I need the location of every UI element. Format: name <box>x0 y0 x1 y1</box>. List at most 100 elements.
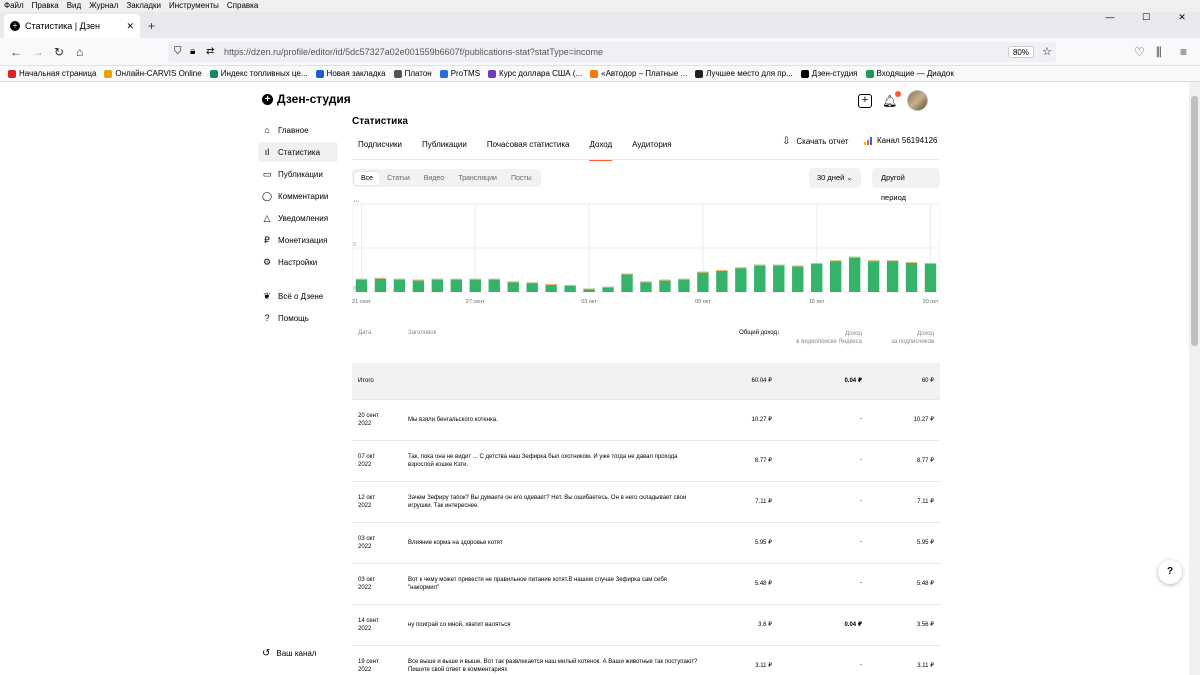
bookmark-item[interactable]: «Автодор – Платные ... <box>590 69 687 78</box>
chart-bar[interactable] <box>640 281 652 292</box>
chart-bar[interactable] <box>412 279 425 292</box>
notifications-icon[interactable]: 🔔︎ <box>882 90 902 108</box>
filter-0[interactable]: Все <box>354 171 381 185</box>
header-date[interactable]: Дата <box>358 330 371 336</box>
table-row[interactable]: 19 сент 2022 Все выше и выше и выше. Вот т… <box>352 645 940 675</box>
bookmark-item[interactable]: Начальная страница <box>8 69 96 78</box>
library-icon[interactable]: ⫼ <box>1156 45 1162 60</box>
help-button[interactable]: ? <box>1158 560 1182 584</box>
create-button[interactable]: + <box>858 93 872 108</box>
new-tab-button[interactable]: + <box>148 18 155 34</box>
chart-bar[interactable] <box>735 267 747 292</box>
bookmark-item[interactable]: Входящие — Диадок <box>865 69 954 78</box>
tab-1[interactable]: Публикации <box>422 138 467 161</box>
chart-bar[interactable] <box>621 273 633 292</box>
sidebar-item-0[interactable]: ⌂ Главное <box>258 120 338 140</box>
table-row[interactable]: 03 окт 2022 Вот к чему может привести не п… <box>352 563 940 604</box>
bookmark-item[interactable]: Индекс топливных це... <box>209 69 308 78</box>
menu-item[interactable]: Вид <box>63 1 85 10</box>
menu-item[interactable]: Файл <box>0 1 28 10</box>
row-title[interactable]: Влияние корма на здоровье котят <box>408 539 698 547</box>
maximize-icon[interactable]: ☐ <box>1128 12 1164 24</box>
chart-bar[interactable] <box>811 262 823 292</box>
row-title[interactable]: Мы взяли бенгальского котенка. <box>408 416 698 424</box>
lock-icon[interactable]: 🔒︎ <box>190 42 195 62</box>
tab-0[interactable]: Подписчики <box>358 138 402 161</box>
table-row[interactable]: 14 сент 2022 ну поиграй со мной, хватит ва… <box>352 604 940 645</box>
chart-bar[interactable] <box>867 260 880 292</box>
chart-bar[interactable] <box>545 284 557 292</box>
chart-bar[interactable] <box>431 278 444 292</box>
permissions-icon[interactable]: ⇄ <box>206 42 214 62</box>
tab-3[interactable]: Доход <box>589 138 613 161</box>
chart-bar[interactable] <box>564 284 576 292</box>
chart-bar[interactable] <box>526 282 538 292</box>
menu-item[interactable]: Закладки <box>122 1 165 10</box>
star-icon[interactable]: ☆ <box>1042 42 1052 62</box>
home-browser-icon[interactable]: ⌂ <box>76 45 83 59</box>
sidebar-item-3[interactable]: ◯ Комментарии <box>258 186 338 206</box>
chart-bar[interactable] <box>905 262 918 292</box>
bookmark-item[interactable]: ProTMS <box>439 69 480 78</box>
tab-2[interactable]: Почасовая статистика <box>487 138 570 161</box>
sidebar-item-1[interactable]: ıl Статистика <box>258 142 338 162</box>
bookmark-item[interactable]: Платон <box>393 69 432 78</box>
filter-3[interactable]: Трансляции <box>451 172 504 185</box>
row-title[interactable]: Так, пока она не видит ... С детства наш… <box>408 453 698 469</box>
chart-bar[interactable] <box>450 278 463 292</box>
sidebar-item-7[interactable]: ❦ Всё о Дзене <box>258 286 338 306</box>
sidebar-item-8[interactable]: ? Помощь <box>258 308 338 328</box>
chart-bar[interactable] <box>507 281 519 292</box>
row-title[interactable]: Вот к чему может привести не правильное … <box>408 576 698 592</box>
bookmark-item[interactable]: Курс доллара США (... <box>488 69 582 78</box>
chart-bar[interactable] <box>924 262 937 292</box>
chart-bar[interactable] <box>773 264 785 292</box>
chart-bar[interactable] <box>678 278 690 292</box>
browser-tab-active[interactable]: + Статистика | Дзен ✕ <box>4 14 140 38</box>
sidebar-item-2[interactable]: ▭ Публикации <box>258 164 338 184</box>
header-total-income[interactable]: Общий доход↓ <box>739 330 780 336</box>
back-icon[interactable]: ← <box>10 45 22 59</box>
shield-icon[interactable]: ⛉ <box>174 42 182 62</box>
chart-bar[interactable] <box>697 271 709 292</box>
header-yandex-income[interactable]: Доход в видеопоиске Яндекса <box>796 330 862 346</box>
scrollbar-thumb[interactable] <box>1191 96 1198 346</box>
close-tab-icon[interactable]: ✕ <box>126 21 134 32</box>
filter-1[interactable]: Статьи <box>380 172 417 185</box>
menu-item[interactable]: Справка <box>223 1 262 10</box>
bookmark-item[interactable]: Дзен-студия <box>800 69 858 78</box>
chart-bar[interactable] <box>848 256 861 292</box>
table-row[interactable]: 03 окт 2022 Влияние корма на здоровье котя… <box>352 522 940 563</box>
zoom-level[interactable]: 80% <box>1007 46 1034 58</box>
logo[interactable]: + Дзен-студия <box>262 92 351 106</box>
pocket-icon[interactable]: ♡ <box>1134 45 1145 59</box>
table-row[interactable]: 20 сент 2022 Мы взяли бенгальского котенка… <box>352 399 940 440</box>
scrollbar[interactable] <box>1189 82 1200 675</box>
forward-icon[interactable]: → <box>32 45 44 59</box>
row-title[interactable]: Зачем Зефиру тапок? Вы думаете он его од… <box>408 494 698 510</box>
chart-bar[interactable] <box>829 260 842 292</box>
url-bar[interactable]: ⛉ 🔒︎ ⇄ https://dzen.ru/profile/editor/id… <box>168 42 1056 62</box>
menu-item[interactable]: Журнал <box>85 1 122 10</box>
table-row[interactable]: 12 окт 2022 Зачем Зефиру тапок? Вы думаете… <box>352 481 940 522</box>
chart-bar[interactable] <box>488 278 500 292</box>
chart-bar[interactable] <box>355 278 368 292</box>
header-subs-income[interactable]: Доход за подписчиков <box>891 330 934 346</box>
table-row[interactable]: 07 окт 2022 Так, пока она не видит ... С д… <box>352 440 940 481</box>
chart-bar[interactable] <box>393 278 406 292</box>
close-window-icon[interactable]: ✕ <box>1164 12 1200 24</box>
bookmark-item[interactable]: Лучшее место для пр... <box>695 69 793 78</box>
chart-bar[interactable] <box>374 277 387 292</box>
period-select[interactable]: 30 дней ⌄ <box>809 168 861 188</box>
filter-2[interactable]: Видео <box>417 172 451 185</box>
bookmark-item[interactable]: Новая закладка <box>315 69 386 78</box>
menu-item[interactable]: Инструменты <box>165 1 223 10</box>
chart-bar[interactable] <box>659 279 671 292</box>
minimize-icon[interactable]: — <box>1092 12 1128 24</box>
bookmark-item[interactable]: Онлайн-CARVIS Online <box>104 69 202 78</box>
row-title[interactable]: Все выше и выше и выше. Вот так развлека… <box>408 658 698 674</box>
chart-bar[interactable] <box>754 264 766 292</box>
avatar[interactable] <box>907 90 929 111</box>
chart-bar[interactable] <box>716 270 728 292</box>
tab-4[interactable]: Аудитория <box>632 138 671 161</box>
